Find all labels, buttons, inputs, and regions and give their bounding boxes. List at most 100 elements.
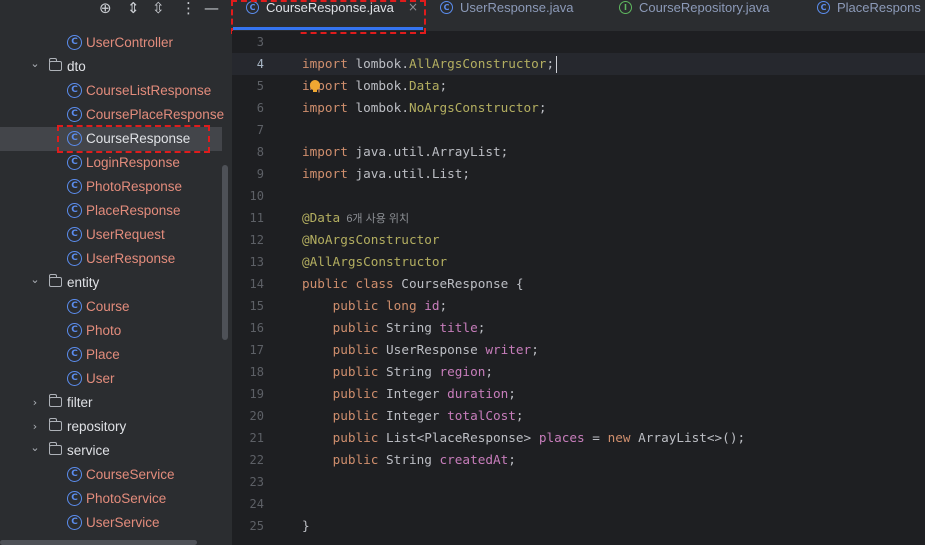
tree-vertical-scrollbar[interactable] xyxy=(222,165,228,340)
tree-horizontal-scrollbar[interactable] xyxy=(0,540,197,545)
tree-item-loginresponse[interactable]: C LoginResponse xyxy=(0,151,222,175)
tree-folder-dto[interactable]: ⌄ dto xyxy=(0,55,222,79)
tree-folder-service[interactable]: ⌄ service xyxy=(0,439,222,463)
code-token: import xyxy=(302,144,348,159)
code-token: public class xyxy=(302,276,394,291)
code-token: @AllArgsConstructor xyxy=(302,254,448,269)
tree-item-photoresponse[interactable]: C PhotoResponse xyxy=(0,175,222,199)
code-line[interactable]: public class CourseResponse { xyxy=(302,273,524,295)
code-token: new xyxy=(607,430,631,445)
class-icon: C xyxy=(67,179,82,194)
class-icon: C xyxy=(67,371,82,386)
collapse-all-icon[interactable]: ⇳ xyxy=(152,0,165,17)
code-line[interactable]: @Data 6개 사용 위치 xyxy=(302,207,409,230)
code-line[interactable]: public Integer duration; xyxy=(302,383,516,405)
code-token: lombok. xyxy=(347,78,409,93)
chevron-down-icon[interactable]: ⌄ xyxy=(29,440,41,456)
lightbulb-icon[interactable] xyxy=(310,80,320,92)
hide-icon[interactable]: — xyxy=(204,0,219,17)
tree-item-userresponse[interactable]: C UserResponse xyxy=(0,247,222,271)
code-line[interactable]: import lombok.NoArgsConstructor; xyxy=(302,97,546,119)
tree-item-label: Photo xyxy=(86,323,122,338)
tree-item-courselistresponse[interactable]: C CourseListResponse xyxy=(0,79,222,103)
code-line[interactable]: public String title; xyxy=(302,317,486,339)
tree-item-label: PhotoService xyxy=(86,491,167,506)
tab-label: CourseRepository.java xyxy=(639,0,770,15)
tree-item-user[interactable]: C User xyxy=(0,367,222,391)
code-line[interactable]: public long id; xyxy=(302,295,448,317)
tree-folder-repository[interactable]: › repository xyxy=(0,415,222,439)
tree-item-courseservice[interactable]: C CourseService xyxy=(0,463,222,487)
code-token: String xyxy=(378,364,440,379)
tab-userresponse-java[interactable]: C UserResponse.java xyxy=(440,0,620,31)
tree-item-userrequest[interactable]: C UserRequest xyxy=(0,223,222,247)
tree-item-course[interactable]: C Course xyxy=(0,295,222,319)
more-options-icon[interactable]: ⋮ xyxy=(181,0,196,17)
tree-item-userservice[interactable]: C UserService xyxy=(0,511,222,535)
class-icon: C xyxy=(67,299,82,314)
code-line[interactable]: public String region; xyxy=(302,361,493,383)
code-token: String xyxy=(378,320,440,335)
tab-placerespons[interactable]: C PlaceRespons xyxy=(817,0,925,31)
tree-item-photo[interactable]: C Photo xyxy=(0,319,222,343)
tree-item-place[interactable]: C Place xyxy=(0,343,222,367)
code-token: @Data xyxy=(302,210,341,225)
tree-item-label: PhotoResponse xyxy=(86,179,183,194)
crosshair-icon[interactable]: ⊕ xyxy=(99,0,112,17)
class-icon: C xyxy=(67,227,82,242)
code-token: public long xyxy=(332,298,417,313)
code-token: } xyxy=(302,518,310,533)
code-line[interactable]: public UserResponse writer; xyxy=(302,339,539,361)
tree-folder-entity[interactable]: ⌄ entity xyxy=(0,271,222,295)
tree-folder-label: entity xyxy=(67,275,100,290)
tree-item-label: User xyxy=(86,371,115,386)
code-line[interactable]: import java.util.List; xyxy=(302,163,470,185)
line-number: 15 xyxy=(249,299,264,313)
code-token: writer xyxy=(485,342,532,357)
tree-folder-label: dto xyxy=(67,59,86,74)
tree-folder-filter[interactable]: › filter xyxy=(0,391,222,415)
chevron-down-icon[interactable]: ⌄ xyxy=(29,56,41,72)
code-line[interactable]: public String createdAt; xyxy=(302,449,516,471)
code-line[interactable]: } xyxy=(302,515,310,537)
code-line[interactable]: @NoArgsConstructor xyxy=(302,229,440,251)
code-token: ArrayList<>(); xyxy=(630,430,746,445)
code-line[interactable]: import java.util.ArrayList; xyxy=(302,141,508,163)
code-line[interactable]: public Integer totalCost; xyxy=(302,405,524,427)
tree-item-usercontroller[interactable]: C UserController xyxy=(0,31,222,55)
code-token: ; xyxy=(439,78,448,93)
code-line[interactable]: import lombok.AllArgsConstructor; xyxy=(302,53,554,75)
tree-item-courseplaceresponse[interactable]: C CoursePlaceResponse xyxy=(0,103,224,127)
line-number: 7 xyxy=(256,123,264,137)
line-number: 13 xyxy=(249,255,264,269)
tree-item-label: PlaceResponse xyxy=(86,203,181,218)
code-line[interactable]: @AllArgsConstructor xyxy=(302,251,447,273)
code-token: CourseResponse { xyxy=(393,276,524,291)
tree-item-label: UserService xyxy=(86,515,160,530)
chevron-down-icon[interactable]: ⌄ xyxy=(29,272,41,288)
line-number: 24 xyxy=(249,497,264,511)
expand-collapse-icon[interactable]: ⇕ xyxy=(127,0,140,17)
code-token: title xyxy=(439,320,478,335)
class-icon: C xyxy=(67,467,82,482)
code-token: Integer xyxy=(378,386,448,401)
code-line[interactable]: import lombok.Data; xyxy=(302,75,447,97)
chevron-right-icon[interactable]: › xyxy=(29,395,41,411)
code-token: public xyxy=(332,452,379,467)
chevron-right-icon[interactable]: › xyxy=(29,419,41,435)
tab-courserepository-java[interactable]: I CourseRepository.java xyxy=(619,0,799,31)
code-token: createdAt xyxy=(439,452,509,467)
class-icon: C xyxy=(67,323,82,338)
code-token: public xyxy=(332,320,379,335)
code-token: ; xyxy=(538,100,547,115)
tree-item-photoservice[interactable]: C PhotoService xyxy=(0,487,222,511)
line-number: 17 xyxy=(249,343,264,357)
code-token: = xyxy=(584,430,608,445)
code-line[interactable]: public List<PlaceResponse> places = new … xyxy=(302,427,746,449)
tree-item-placeresponse[interactable]: C PlaceResponse xyxy=(0,199,222,223)
